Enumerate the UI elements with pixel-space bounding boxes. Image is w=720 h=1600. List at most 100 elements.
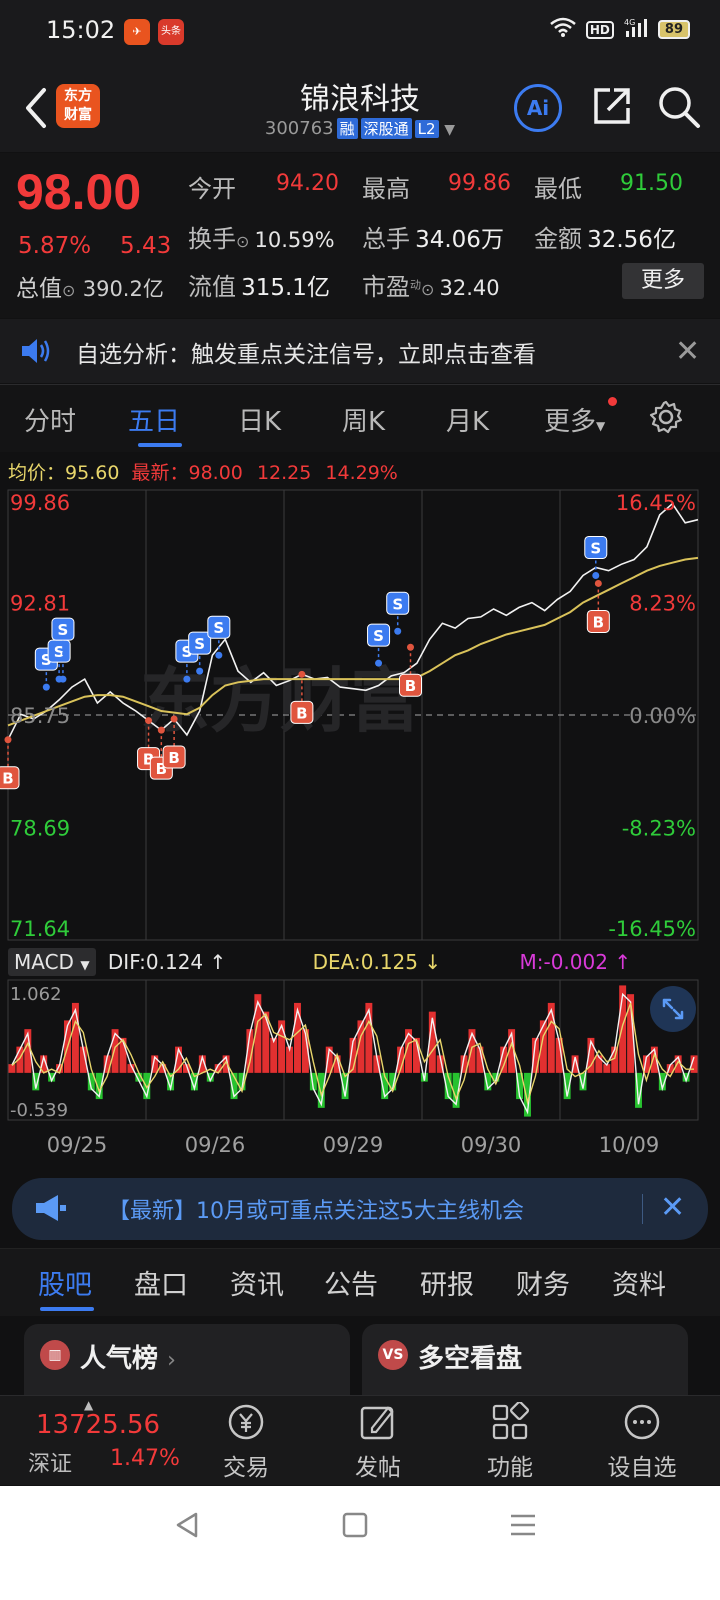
tab-forum[interactable]: 股吧: [38, 1263, 92, 1302]
notice-text: 自选分析：触发重点关注信号，立即点击查看: [76, 342, 536, 368]
buy-point: [157, 726, 165, 734]
more-button[interactable]: 更多: [622, 263, 704, 299]
tab-research[interactable]: 研报: [420, 1263, 474, 1302]
down-arrow-icon: ↓: [418, 950, 442, 974]
volume-value: 34.06万: [415, 227, 504, 253]
tab-orderbook[interactable]: 盘口: [134, 1263, 188, 1302]
active-tab-indicator: [40, 1307, 94, 1311]
signal-icon: 4G: [624, 17, 648, 42]
ai-assistant-icon[interactable]: Ai: [514, 84, 562, 132]
info-icon[interactable]: ⊙: [62, 281, 75, 300]
buy-marker-label: B: [296, 704, 307, 722]
share-icon[interactable]: [590, 84, 634, 128]
info-tabs: 股吧 盘口 资讯 公告 研报 财务 资料: [0, 1248, 720, 1316]
tab-finance[interactable]: 财务: [516, 1263, 570, 1302]
macd-bottom-tick: -0.539: [10, 1100, 68, 1121]
up-arrow-icon: ↑: [607, 950, 632, 974]
popularity-title-text: 人气榜: [80, 1344, 159, 1374]
index-name[interactable]: 深证: [28, 1446, 72, 1478]
tab-intraday[interactable]: 分时: [24, 401, 76, 438]
sell-point: [394, 627, 402, 635]
amount-field: 金额 32.56亿: [534, 219, 676, 254]
stock-header: 东方 财富 锦浪科技 300763 融深股通 L2 ▼ Ai: [0, 62, 720, 152]
high-field: 最高: [362, 169, 410, 204]
high-label: 最高: [362, 175, 410, 203]
buy-marker-label: B: [593, 613, 604, 631]
y-left-tick: 85.75: [10, 704, 70, 728]
macd-selector-label: MACD: [14, 950, 74, 974]
macd-bar: [278, 1020, 286, 1073]
nav-trade[interactable]: 交易: [196, 1402, 296, 1482]
vs-icon: VS: [378, 1340, 408, 1370]
macd-top-tick: 1.062: [10, 984, 62, 1005]
battery-icon: 89: [657, 20, 690, 39]
tab-profile[interactable]: 资料: [612, 1263, 666, 1302]
buy-point: [170, 715, 178, 723]
index-value[interactable]: 13725.56: [36, 1410, 160, 1440]
nav-add-watchlist[interactable]: 设自选: [592, 1402, 692, 1482]
chevron-right-icon: ›: [167, 1348, 176, 1373]
mcap-label: 总值: [16, 276, 62, 302]
tab-weekly-k[interactable]: 周K: [342, 401, 385, 438]
tab-monthly-k[interactable]: 月K: [446, 401, 489, 438]
tab-news[interactable]: 资讯: [230, 1263, 284, 1302]
analysis-notice[interactable]: 自选分析：触发重点关注信号，立即点击查看 ✕: [0, 319, 720, 383]
sell-point: [183, 675, 191, 683]
pe-field: 市盈动⊙ 32.40: [362, 267, 500, 302]
status-icons: HD 4G 89: [550, 17, 690, 42]
popularity-title: 人气榜 ›: [80, 1338, 176, 1375]
sell-marker-label: S: [373, 627, 384, 645]
more-dots-icon: [624, 1404, 660, 1440]
nav-functions-label: 功能: [487, 1455, 533, 1481]
nav-post[interactable]: 发帖: [328, 1402, 428, 1482]
nav-post-label: 发帖: [355, 1455, 401, 1481]
status-time: 15:02: [46, 16, 116, 44]
macd-indicator-row: MACD ▼ DIF:0.124 ↑ DEA:0.125 ↓ M:-0.002 …: [8, 948, 631, 976]
tab-announcements[interactable]: 公告: [324, 1263, 378, 1302]
sell-point: [375, 659, 383, 667]
low-label: 最低: [534, 175, 582, 203]
system-nav-bar: [0, 1486, 720, 1600]
up-arrow-icon: ↑: [203, 950, 227, 974]
back-triangle-icon[interactable]: [172, 1510, 202, 1544]
news-text: 【最新】10月或可重点关注这5大主线机会: [108, 1199, 524, 1224]
news-banner[interactable]: 【最新】10月或可重点关注这5大主线机会 ✕: [12, 1178, 708, 1240]
expand-chart-icon[interactable]: [650, 986, 696, 1032]
index-percent[interactable]: 1.47%: [110, 1446, 180, 1471]
info-icon[interactable]: ⊙: [421, 280, 434, 299]
active-tab-indicator: [138, 443, 182, 447]
chevron-down-icon: ▼: [80, 958, 90, 972]
open-label: 今开: [188, 175, 236, 203]
y-right-tick: 0.00%: [629, 704, 696, 728]
sell-marker-label: S: [590, 539, 601, 557]
tab-more[interactable]: 更多▼: [544, 397, 617, 438]
close-icon[interactable]: ✕: [660, 1190, 685, 1225]
chevron-down-icon: ▼: [444, 122, 456, 138]
tab-more-label: 更多: [544, 407, 597, 437]
indicator-selector[interactable]: MACD ▼: [8, 948, 96, 976]
nav-add-watchlist-label: 设自选: [607, 1455, 677, 1481]
popularity-card[interactable]: ▥ 人气榜 ›: [24, 1324, 350, 1404]
close-icon[interactable]: ✕: [675, 334, 700, 369]
y-left-tick: 99.86: [10, 491, 70, 515]
buy-marker-label: B: [2, 770, 13, 788]
red-dot-badge: [608, 397, 617, 406]
bull-bear-card[interactable]: VS 多空看盘: [362, 1324, 688, 1404]
y-right-tick: -8.23%: [622, 817, 696, 841]
change-percent: 5.87%: [18, 233, 92, 259]
buy-point: [145, 717, 153, 725]
menu-lines-icon[interactable]: [508, 1510, 538, 1544]
search-icon[interactable]: [656, 84, 702, 130]
hd-icon: HD: [585, 20, 614, 39]
settings-gear-icon[interactable]: [648, 399, 684, 439]
home-square-icon[interactable]: [340, 1510, 370, 1544]
stock-code: 300763: [264, 118, 334, 139]
nav-functions[interactable]: 功能: [460, 1402, 560, 1482]
high-value: 99.86: [448, 171, 511, 196]
tab-five-day[interactable]: 五日: [128, 401, 180, 438]
sell-point: [196, 667, 204, 675]
info-icon[interactable]: ⊙: [236, 232, 249, 251]
five-day-chart[interactable]: 东方财富 BS SSBBBS SSBSSBSB 99.86 16.45%92.81 8.…: [0, 480, 720, 1170]
tab-daily-k[interactable]: 日K: [238, 401, 281, 438]
y-left-tick: 78.69: [10, 817, 70, 841]
